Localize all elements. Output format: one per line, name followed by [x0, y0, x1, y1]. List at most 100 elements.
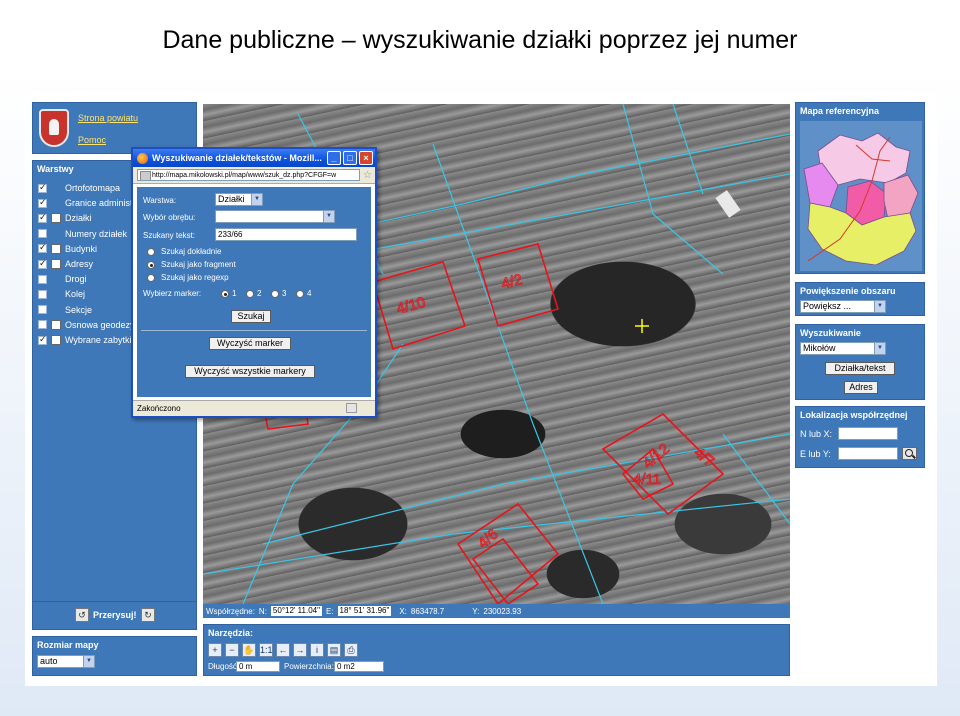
zoom-out-icon[interactable]: −	[225, 643, 239, 657]
layer-label: Wybrane zabytki	[65, 335, 132, 345]
municipality-value: Mikołów	[803, 343, 836, 353]
popup-status-bar: Zakończono	[133, 400, 375, 416]
legend-icon	[51, 213, 61, 224]
layer-row[interactable]: Wybrane zabytki	[38, 333, 131, 347]
layer-checkbox[interactable]	[38, 305, 47, 315]
pan-hand-icon[interactable]: ✋	[242, 643, 256, 657]
search-title: Wyszukiwanie	[800, 328, 861, 338]
marker-radio-2[interactable]	[246, 290, 254, 298]
reset-icon[interactable]: ↻	[141, 608, 155, 622]
zoom-in-icon[interactable]: +	[208, 643, 222, 657]
marker-radio-1[interactable]	[221, 290, 229, 298]
marker-radio-label: 1	[232, 289, 237, 298]
precinct-label: Wybór obrębu:	[143, 213, 196, 222]
car-shape	[715, 190, 741, 218]
x-field[interactable]	[838, 427, 898, 440]
layer-row[interactable]: Ortofotomapa	[38, 181, 120, 195]
redraw-icon[interactable]: ↺	[75, 608, 89, 622]
marker-radio-4[interactable]	[296, 290, 304, 298]
close-icon[interactable]: ×	[359, 151, 373, 165]
clear-marker-button[interactable]: Wyczyść marker	[209, 337, 291, 350]
popup-titlebar[interactable]: Wyszukiwanie działek/tekstów - Mozill...…	[133, 149, 375, 167]
layer-row[interactable]: Działki	[38, 211, 92, 225]
save-icon[interactable]: ▤	[327, 643, 341, 657]
url-field[interactable]: http://mapa.mikolowski.pl/map/www/szuk_d…	[137, 169, 361, 181]
coordinates-bar: Współrzędne: N: 50°12' 11.04" E: 18° 51'…	[203, 604, 790, 618]
y-field[interactable]	[838, 447, 898, 460]
marker-radio-label: 2	[257, 289, 262, 298]
search-text-input[interactable]: 233/66	[215, 228, 357, 241]
layer-checkbox[interactable]	[38, 229, 47, 239]
radio-exact[interactable]	[147, 248, 155, 256]
layer-label: Numery działek	[65, 228, 128, 239]
layer-row[interactable]: Budynki	[38, 242, 97, 256]
layer-row[interactable]: Adresy	[38, 257, 93, 271]
marker-radio-3[interactable]	[271, 290, 279, 298]
precinct-select[interactable]: ▼	[215, 210, 335, 223]
arrow-left-icon[interactable]: ←	[276, 643, 290, 657]
parcel-number-label: 4/10	[395, 294, 428, 318]
clear-all-markers-button[interactable]: Wyczyść wszystkie markery	[185, 365, 315, 378]
radio-regexp-label: Szukaj jako regexp	[161, 273, 229, 282]
layer-label: Kolej	[65, 289, 86, 300]
redraw-bar: ↺ Przerysuj! ↻	[32, 602, 197, 630]
layer-checkbox[interactable]	[38, 274, 47, 284]
arrow-right-icon[interactable]: →	[293, 643, 307, 657]
slide-title: Dane publiczne – wyszukiwanie działki po…	[162, 26, 798, 54]
zoom-value: Powiększ ...	[803, 301, 852, 311]
search-panel: Wyszukiwanie Mikołów ▼ Działka/tekst Adr…	[795, 324, 925, 400]
layer-checkbox[interactable]	[38, 289, 47, 299]
map-size-select[interactable]: auto ▼	[37, 655, 95, 668]
length-label: Długość:	[208, 662, 240, 671]
layer-checkbox[interactable]	[38, 242, 47, 254]
coords-n-label: N:	[258, 606, 267, 616]
length-field[interactable]: 0 m	[236, 661, 280, 672]
address-search-button[interactable]: Adres	[844, 381, 878, 394]
info-icon[interactable]: i	[310, 643, 324, 657]
zoom-select[interactable]: Powiększ ... ▼	[800, 300, 886, 313]
layer-row[interactable]: Numery działek	[38, 227, 127, 241]
layer-checkbox[interactable]	[38, 258, 47, 269]
coords-label: Współrzędne:	[206, 606, 255, 616]
municipality-select[interactable]: Mikołów ▼	[800, 342, 886, 355]
layer-checkbox[interactable]	[38, 182, 47, 193]
help-link[interactable]: Pomoc	[78, 135, 106, 145]
layer-checkbox[interactable]	[38, 334, 47, 345]
layer-row[interactable]: Drogi	[38, 272, 87, 286]
maximize-icon[interactable]: □	[343, 151, 357, 165]
parcel-number-label: 4/12	[640, 440, 673, 472]
search-button[interactable]: Szukaj	[231, 310, 271, 323]
layer-checkbox[interactable]	[38, 320, 47, 330]
popup-title: Wyszukiwanie działek/tekstów - Mozill...	[152, 153, 322, 163]
scale-1-1-icon[interactable]: 1:1	[259, 643, 273, 657]
star-icon[interactable]: ☆	[363, 170, 372, 181]
reference-map[interactable]	[800, 121, 922, 271]
county-website-link[interactable]: Strona powiatu	[78, 113, 138, 123]
radio-exact-label: Szukaj dokładnie	[161, 247, 222, 256]
map-application: Strona powiatu Pomoc Warstwy Ortofotomap…	[25, 94, 937, 686]
zoom-title: Powiększenie obszaru	[800, 286, 896, 296]
layer-row[interactable]: Sekcje	[38, 303, 92, 317]
layer-row[interactable]: Kolej	[38, 287, 85, 301]
layer-label: Budynki	[65, 243, 98, 254]
firefox-icon	[137, 152, 148, 164]
minimize-icon[interactable]: _	[327, 151, 341, 165]
area-field[interactable]: 0 m2	[334, 661, 384, 672]
redraw-button[interactable]: Przerysuj!	[93, 610, 137, 620]
chevron-down-icon: ▼	[874, 301, 885, 312]
parcel-search-button[interactable]: Działka/tekst	[825, 362, 895, 375]
area-label: Powierzchnia:	[284, 662, 334, 671]
legend-icon	[51, 335, 61, 345]
radio-regexp[interactable]	[147, 274, 155, 282]
x-label: N lub X:	[800, 429, 833, 439]
radio-fragment[interactable]	[147, 261, 155, 269]
marker-radio-label: 3	[282, 289, 287, 298]
popup-status-text: Zakończono	[137, 404, 181, 413]
layer-checkbox[interactable]	[38, 197, 47, 208]
print-icon[interactable]: ⎙	[344, 643, 358, 657]
layer-label: Adresy	[65, 259, 94, 269]
layer-select[interactable]: Działki ▼	[215, 193, 263, 206]
search-icon[interactable]	[902, 447, 917, 460]
layer-checkbox[interactable]	[38, 212, 47, 223]
reference-map-title: Mapa referencyjna	[800, 106, 880, 116]
